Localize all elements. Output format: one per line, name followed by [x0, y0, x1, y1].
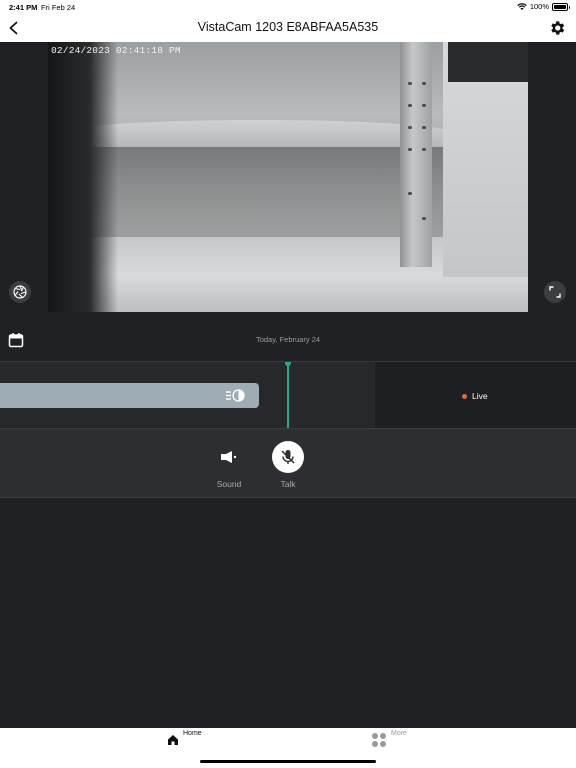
live-label: Live [472, 391, 488, 401]
nav-bar: VistaCam 1203 E8ABFAA5A535 [0, 14, 576, 42]
grid-dots-icon [372, 733, 386, 747]
page-title: VistaCam 1203 E8ABFAA5A535 [197, 20, 379, 34]
controls-bar: Sound Talk [0, 429, 576, 498]
sound-label: Sound [216, 479, 242, 489]
date-label: Today, February 24 [255, 335, 321, 344]
recording-timeline[interactable]: Live [0, 361, 576, 429]
camera-live-screen: 2:41 PM Fri Feb 24 100% VistaCam 1203 E8… [0, 0, 576, 768]
tab-home-label: Home [183, 730, 202, 737]
sound-icon-wrap [213, 441, 245, 473]
timeline-cursor-handle[interactable] [285, 362, 291, 366]
battery-percent: 100% [529, 2, 549, 11]
talk-icon-wrap [272, 441, 304, 473]
home-indicator [200, 760, 376, 763]
live-indicator[interactable]: Live [462, 391, 488, 401]
battery-icon [552, 2, 570, 11]
video-scene-shelf [448, 42, 528, 82]
date-row: Today, February 24 [0, 312, 576, 361]
video-scene-foreground [48, 42, 118, 312]
camera-video-feed[interactable]: 02/24/2023 02:41:18 PM [48, 42, 528, 312]
talk-button[interactable]: Talk [268, 441, 308, 489]
wifi-icon [517, 2, 527, 10]
speaker-icon [221, 451, 237, 463]
tab-more[interactable]: More [371, 730, 407, 748]
recording-track[interactable] [0, 383, 259, 408]
status-right: 100% [517, 2, 570, 11]
live-dot [462, 393, 467, 399]
mic-off-icon [281, 450, 295, 464]
sound-button[interactable]: Sound [209, 441, 249, 489]
snapshot-button[interactable] [9, 281, 31, 303]
status-bar: 2:41 PM Fri Feb 24 100% [0, 0, 576, 14]
video-scene-column [400, 42, 432, 267]
talk-label: Talk [280, 479, 296, 489]
gear-icon[interactable] [548, 19, 566, 37]
tab-home[interactable]: Home [167, 730, 202, 746]
fullscreen-icon [549, 286, 561, 298]
timeline-cursor[interactable] [287, 362, 289, 428]
home-icon [168, 735, 178, 745]
fullscreen-button[interactable] [544, 281, 566, 303]
video-timestamp: 02/24/2023 02:41:18 PM [51, 45, 181, 56]
tab-more-label: More [391, 730, 407, 737]
aperture-icon [13, 285, 27, 299]
status-date: Fri Feb 24 [41, 3, 76, 12]
status-time: 2:41 PM [9, 3, 38, 12]
recording-mode-icon [226, 389, 245, 402]
